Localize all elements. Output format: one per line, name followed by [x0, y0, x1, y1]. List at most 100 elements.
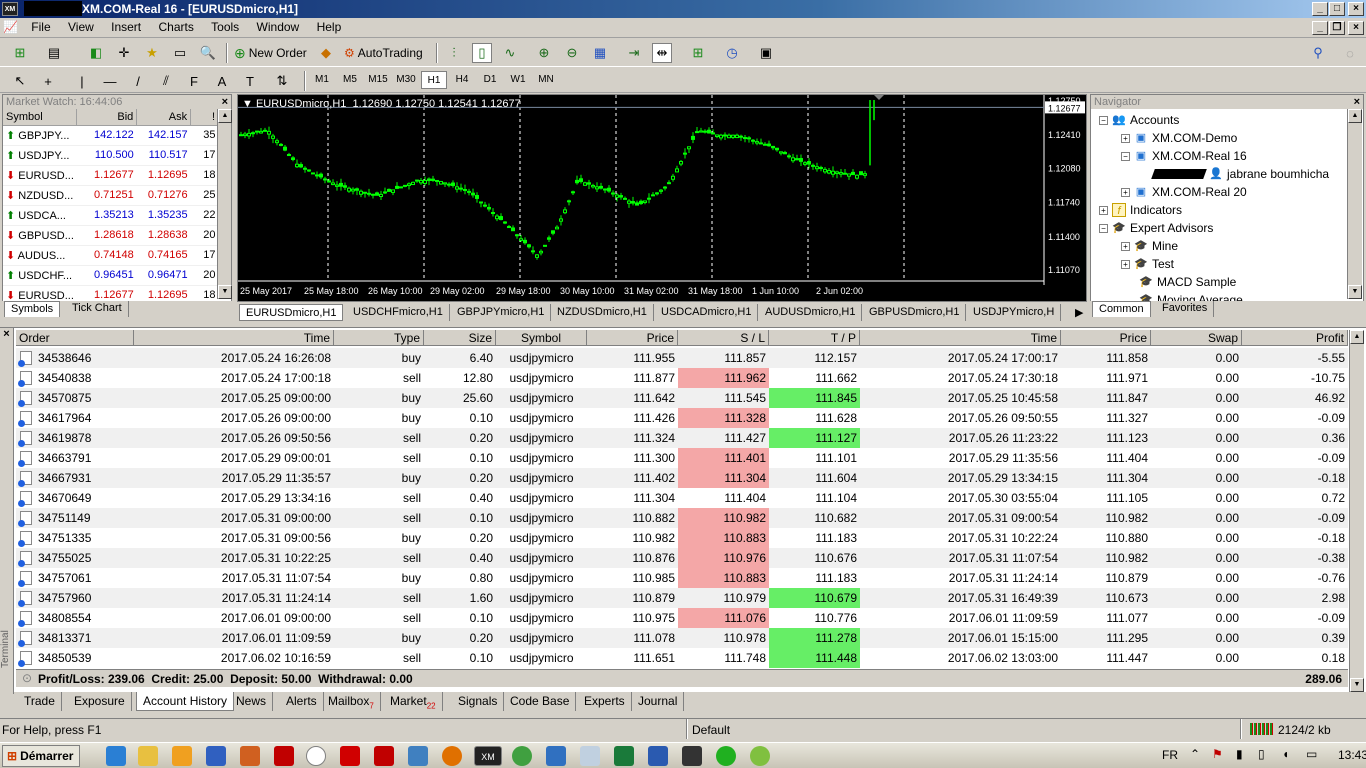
term-scroll-down[interactable]: ▼: [1350, 678, 1364, 692]
app-icon[interactable]: [682, 746, 702, 766]
app-icon[interactable]: [340, 746, 360, 766]
tf-m5-button[interactable]: M5: [337, 71, 363, 89]
chart-tab[interactable]: USDJPYmicro,H: [967, 304, 1062, 321]
menu-insert[interactable]: Insert: [104, 18, 148, 36]
download-icon[interactable]: [374, 746, 394, 766]
excel-icon[interactable]: [614, 746, 634, 766]
history-row[interactable]: 34663791 2017.05.29 09:00:01 sell 0.10 usdjp…: [16, 448, 1348, 468]
history-row[interactable]: 34757061 2017.05.31 11:07:54 buy 0.80 usdjpy…: [16, 568, 1348, 588]
chrome-icon[interactable]: [306, 746, 326, 766]
terminal-tab[interactable]: Alerts: [280, 692, 324, 711]
price-chart[interactable]: 1.12750 1.12677 1.12410 1.12080 1.11740 1.114…: [237, 94, 1087, 302]
tile-windows-icon[interactable]: ▦: [590, 43, 610, 63]
tab-tick-chart[interactable]: Tick Chart: [66, 301, 129, 317]
menu-tools[interactable]: Tools: [204, 18, 246, 36]
terminal-close-icon[interactable]: ×: [0, 328, 13, 340]
mw-row[interactable]: ⬇ AUDUS... 0.74148 0.74165 17: [3, 245, 219, 266]
menu-view[interactable]: View: [61, 18, 101, 36]
history-row[interactable]: 34670649 2017.05.29 13:34:16 sell 0.40 usdjp…: [16, 488, 1348, 508]
volume-icon[interactable]: ◖: [1282, 747, 1289, 761]
zoom-in-icon[interactable]: ⊕: [534, 43, 554, 63]
doc-minimize-button[interactable]: _: [1312, 21, 1328, 35]
history-col-header[interactable]: Profit: [1242, 330, 1348, 346]
app-icon[interactable]: [206, 746, 226, 766]
battery-icon[interactable]: ▭: [1306, 747, 1317, 761]
market-watch-icon[interactable]: ◧: [86, 43, 106, 63]
chart-tab[interactable]: NZDUSDmicro,H1: [551, 304, 654, 321]
clock[interactable]: 13:43: [1338, 748, 1366, 762]
history-col-header[interactable]: Swap: [1151, 330, 1242, 346]
terminal-tab[interactable]: Market22: [384, 692, 443, 711]
history-row[interactable]: 34757960 2017.05.31 11:24:14 sell 1.60 usdjp…: [16, 588, 1348, 608]
media-icon[interactable]: [172, 746, 192, 766]
history-row[interactable]: 34617964 2017.05.26 09:00:00 buy 0.10 usdjpy…: [16, 408, 1348, 428]
vertical-line-icon[interactable]: |: [72, 71, 92, 91]
collapse-icon[interactable]: −: [1121, 151, 1130, 161]
expand-icon[interactable]: +: [1121, 241, 1130, 251]
navigator-icon[interactable]: ★: [142, 43, 162, 63]
chart-tab[interactable]: EURUSDmicro,H1: [239, 304, 344, 321]
crosshair-icon[interactable]: +: [38, 71, 58, 91]
mw-row[interactable]: ⬇ EURUSD... 1.12677 1.12695 18: [3, 165, 219, 186]
whatsapp-icon[interactable]: [716, 746, 736, 766]
mw-scrollbar[interactable]: ▲ ▼: [217, 109, 232, 299]
history-col-header[interactable]: Symbol: [496, 330, 587, 346]
mw-row[interactable]: ⬆ GBPJPY... 142.122 142.157 35: [3, 125, 219, 146]
history-row[interactable]: 34667931 2017.05.29 11:35:57 buy 0.20 usdjpy…: [16, 468, 1348, 488]
mw-col-spread[interactable]: !: [190, 109, 219, 126]
app-icon[interactable]: [240, 746, 260, 766]
mw-col-bid[interactable]: Bid: [76, 109, 138, 126]
nav-account-user[interactable]: 👤 jabrane boumhicha: [1151, 167, 1329, 181]
menu-charts[interactable]: Charts: [151, 18, 200, 36]
nav-mine[interactable]: + 🎓 Mine: [1121, 239, 1178, 253]
trendline-icon[interactable]: /: [128, 71, 148, 91]
app-icon[interactable]: [750, 746, 770, 766]
mw-row[interactable]: ⬆ USDJPY... 110.500 110.517 17: [3, 145, 219, 166]
candlestick-chart[interactable]: 1.127501.126771.124101.120801.117401.114…: [238, 95, 1086, 301]
history-row[interactable]: 34619878 2017.05.26 09:50:56 sell 0.20 usdjp…: [16, 428, 1348, 448]
history-col-header[interactable]: Time: [134, 330, 334, 346]
chart-collapse-icon[interactable]: ▼: [242, 98, 256, 110]
history-col-header[interactable]: Order: [16, 330, 134, 346]
chart-tab[interactable]: AUDUSDmicro,H1: [759, 304, 863, 321]
chart-tab[interactable]: GBPUSDmicro,H1: [863, 304, 967, 321]
data-window-icon[interactable]: ✛: [114, 43, 134, 63]
collapse-icon[interactable]: −: [1099, 115, 1108, 125]
menu-help[interactable]: Help: [310, 18, 349, 36]
terminal-scrollbar[interactable]: ▲ ▼: [1349, 330, 1364, 694]
word-icon[interactable]: [648, 746, 668, 766]
doc-close-button[interactable]: ×: [1348, 21, 1364, 35]
zoom-out-icon[interactable]: ⊖: [562, 43, 582, 63]
history-row[interactable]: 34755025 2017.05.31 10:22:25 sell 0.40 usdjp…: [16, 548, 1348, 568]
expand-icon[interactable]: +: [1099, 205, 1108, 215]
start-button[interactable]: ⊞ Démarrer: [2, 745, 80, 767]
autoscroll-icon[interactable]: ⇹: [652, 43, 672, 63]
terminal-icon[interactable]: ▭: [170, 43, 190, 63]
chart-shift-icon[interactable]: ⇥: [624, 43, 644, 63]
cursor-icon[interactable]: ↖: [10, 71, 30, 91]
nav-xm-demo[interactable]: + ▣ XM.COM-Demo: [1121, 131, 1237, 145]
expand-icon[interactable]: +: [1121, 259, 1130, 269]
mw-row[interactable]: ⬇ GBPUSD... 1.28618 1.28638 20: [3, 225, 219, 246]
collapse-icon[interactable]: −: [1099, 223, 1108, 233]
market-watch-close-icon[interactable]: ×: [222, 95, 228, 109]
indicators-icon[interactable]: ⊞: [688, 43, 708, 63]
history-col-header[interactable]: Type: [334, 330, 424, 346]
mw-col-symbol[interactable]: Symbol: [3, 109, 78, 126]
chart-tab[interactable]: USDCHFmicro,H1: [347, 304, 450, 321]
nav-xm-real20[interactable]: + ▣ XM.COM-Real 20: [1121, 185, 1247, 199]
metaeditor-icon[interactable]: ◆: [316, 43, 336, 63]
network-icon[interactable]: ▮: [1236, 747, 1243, 761]
tab-common[interactable]: Common: [1092, 301, 1151, 317]
terminal-tab[interactable]: Experts: [578, 692, 632, 711]
bar-chart-icon[interactable]: ⫶: [444, 43, 464, 63]
tf-m1-button[interactable]: M1: [309, 71, 335, 89]
app-icon[interactable]: [512, 746, 532, 766]
history-row[interactable]: 34538646 2017.05.24 16:26:08 buy 6.40 usdjpy…: [16, 348, 1348, 368]
mw-row[interactable]: ⬆ USDCHF... 0.96451 0.96471 20: [3, 265, 219, 286]
tab-favorites[interactable]: Favorites: [1156, 301, 1215, 317]
autotrading-button[interactable]: ⚙ AutoTrading: [344, 43, 423, 63]
chart-tabs-scroll-icon[interactable]: ▶: [1069, 304, 1089, 321]
history-col-header[interactable]: Size: [424, 330, 496, 346]
tf-d1-button[interactable]: D1: [477, 71, 503, 89]
